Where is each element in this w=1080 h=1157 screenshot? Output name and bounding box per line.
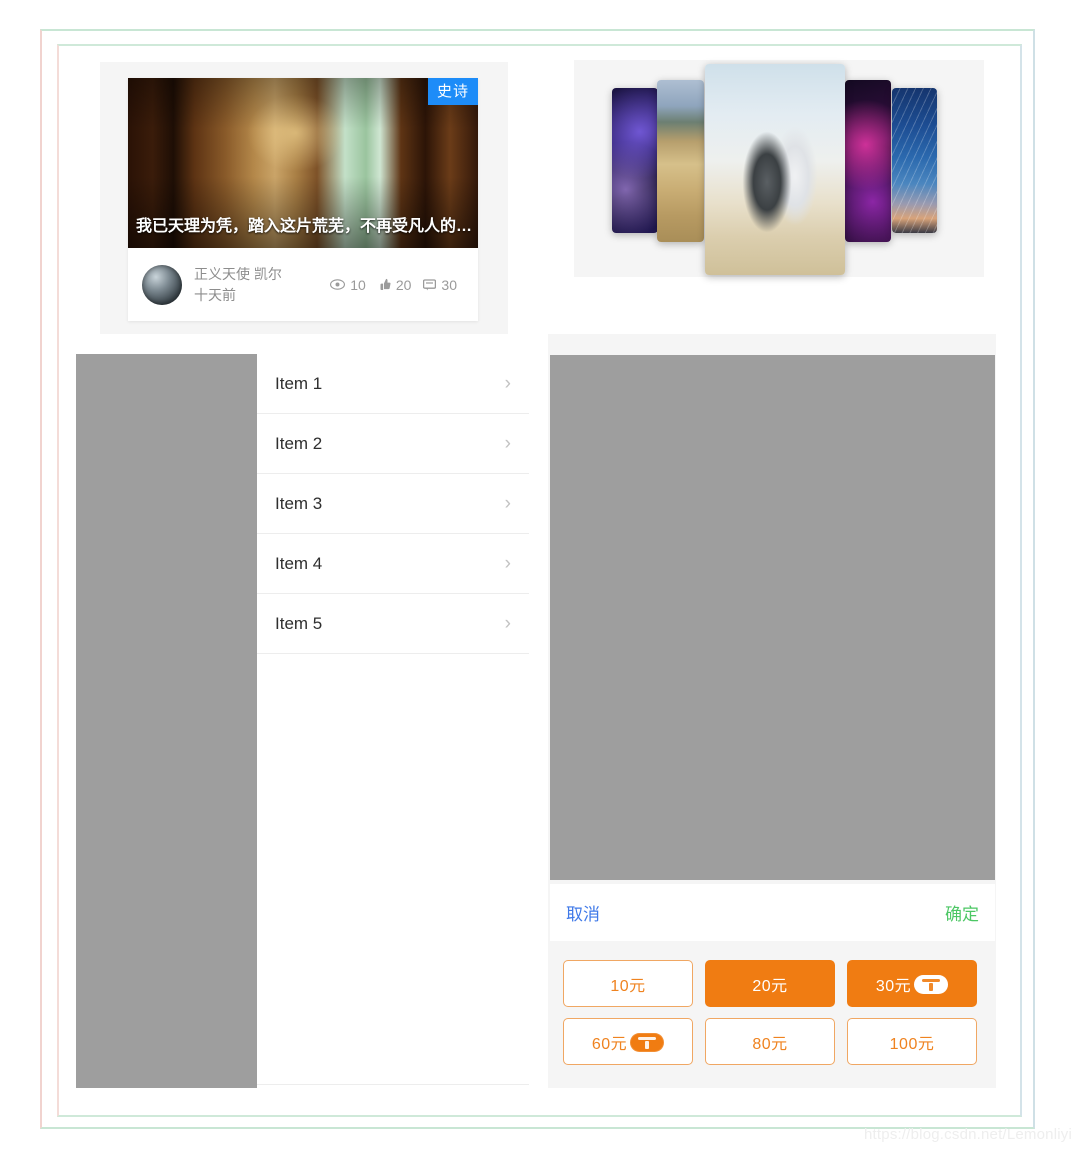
rarity-badge: 史诗 (427, 78, 478, 105)
carousel[interactable] (574, 60, 984, 277)
settings-list: Item 1 › Item 2 › Item 3 › Item 4 › Item… (257, 354, 529, 1085)
price-option-button[interactable]: 20元 (705, 960, 835, 1007)
carousel-card-1[interactable] (612, 88, 658, 233)
list-item[interactable]: Item 4 › (257, 534, 529, 594)
price-option-label: 30元 (875, 977, 912, 995)
carousel-card-4[interactable] (845, 80, 891, 242)
price-option-label: 80元 (752, 1035, 788, 1053)
chevron-right-icon: › (504, 373, 511, 394)
author-name: 正义天使 凯尔 (194, 265, 282, 282)
list-empty-area (257, 654, 529, 1085)
gift-badge-icon (630, 1033, 665, 1052)
price-option-grid: 10元 20元 30元 60元 80元 100元 (563, 960, 987, 1065)
chevron-right-icon: › (504, 613, 511, 634)
list-item-label: Item 5 (275, 613, 323, 633)
likes-count: 20 (395, 276, 412, 293)
price-option-button[interactable]: 30元 (847, 960, 977, 1007)
price-option-label: 10元 (610, 977, 646, 995)
cancel-button[interactable]: 取消 (566, 900, 600, 925)
price-option-label: 100元 (889, 1035, 935, 1053)
avatar[interactable] (142, 264, 182, 305)
views-count: 10 (350, 276, 366, 293)
list-item-label: Item 4 (275, 553, 323, 573)
carousel-card-3-active[interactable] (705, 64, 845, 275)
chevron-right-icon: › (504, 553, 511, 574)
carousel-card-2[interactable] (657, 80, 704, 242)
feed-footer: 正义天使 凯尔 十天前 10 20 30 (128, 248, 478, 321)
price-option-button[interactable]: 60元 (563, 1018, 693, 1065)
watermark: https://blog.csdn.net/Lemonliyi (864, 1126, 1072, 1143)
confirm-button[interactable]: 确定 (945, 900, 979, 925)
carousel-card-5[interactable] (892, 88, 937, 233)
list-item[interactable]: Item 3 › (257, 474, 529, 534)
chevron-right-icon: › (504, 493, 511, 514)
list-item-label: Item 3 (275, 493, 323, 513)
list-item[interactable]: Item 2 › (257, 414, 529, 474)
eye-icon (330, 279, 346, 290)
carousel-panel (574, 60, 984, 277)
feed-card[interactable]: 史诗 我已天理为凭，踏入这片荒芜，不再受凡人的枷... 正义天使 凯尔 十天前 … (128, 78, 478, 321)
list-item[interactable]: Item 5 › (257, 594, 529, 654)
comment-icon (423, 278, 437, 291)
feed-stats: 10 20 30 (330, 277, 464, 293)
feed-card-panel: 史诗 我已天理为凭，踏入这片荒芜，不再受凡人的枷... 正义天使 凯尔 十天前 … (100, 62, 508, 334)
screen-root: 史诗 我已天理为凭，踏入这片荒芜，不再受凡人的枷... 正义天使 凯尔 十天前 … (0, 0, 1080, 1157)
feed-title: 我已天理为凭，踏入这片荒芜，不再受凡人的枷... (136, 218, 474, 235)
feed-meta: 正义天使 凯尔 十天前 (194, 264, 322, 306)
feed-hero-image: 史诗 我已天理为凭，踏入这片荒芜，不再受凡人的枷... (128, 78, 478, 248)
thumbs-up-icon (378, 278, 391, 291)
chevron-right-icon: › (504, 433, 511, 454)
list-item[interactable]: Item 1 › (257, 354, 529, 414)
list-item-label: Item 2 (275, 433, 323, 453)
gift-badge-icon (914, 975, 949, 994)
comments-count: 30 (441, 276, 457, 293)
right-placeholder-block (550, 355, 995, 880)
price-option-button[interactable]: 100元 (847, 1018, 977, 1065)
price-option-label: 20元 (752, 977, 788, 995)
price-option-button[interactable]: 10元 (563, 960, 693, 1007)
price-option-button[interactable]: 80元 (705, 1018, 835, 1065)
post-time: 十天前 (194, 286, 236, 303)
left-placeholder-block (76, 354, 257, 1088)
list-item-label: Item 1 (275, 373, 323, 393)
action-bar: 取消 确定 (550, 884, 995, 941)
price-option-label: 60元 (591, 1035, 628, 1053)
